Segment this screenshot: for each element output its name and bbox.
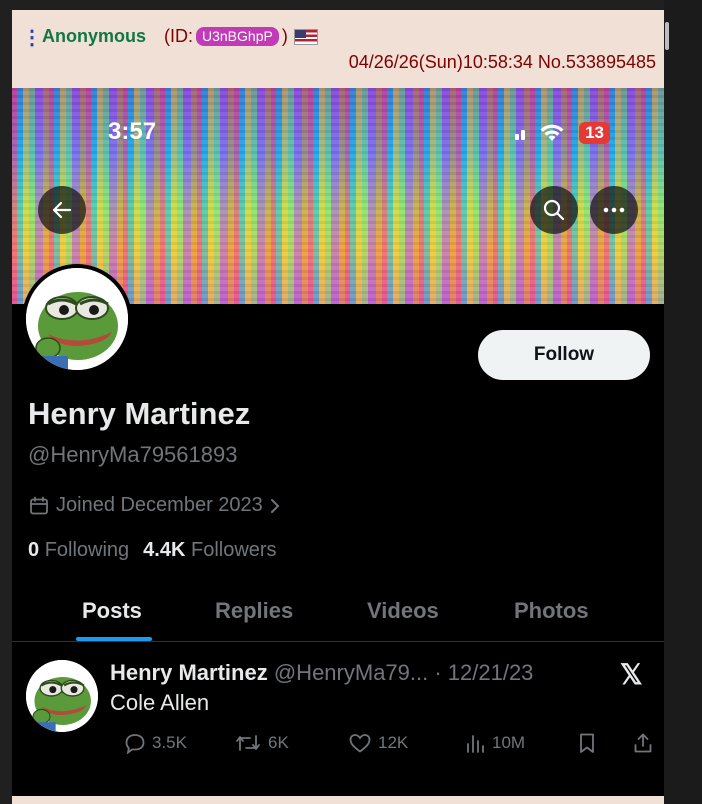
reply-icon <box>125 734 145 754</box>
poster-id: (ID: U3nBGhpP ) <box>164 26 318 47</box>
views-button[interactable]: 10M <box>464 732 525 754</box>
cellular-signal-icon <box>515 126 526 140</box>
x-logo-icon: 𝕏 <box>620 659 643 690</box>
follow-button[interactable]: Follow <box>478 330 650 380</box>
tweet-header: Henry Martinez @HenryMa79... · 12/21/23 <box>110 660 533 686</box>
frog-avatar-icon <box>26 660 98 732</box>
repost-button[interactable]: 6K <box>234 732 289 754</box>
search-button[interactable] <box>530 186 578 234</box>
search-icon <box>543 199 565 221</box>
more-dots-icon <box>603 207 625 213</box>
tweet-author-name[interactable]: Henry Martinez <box>110 660 268 685</box>
chevron-right-icon <box>270 498 280 513</box>
scrollbar-thumb[interactable] <box>665 22 669 50</box>
like-button[interactable]: 12K <box>348 732 408 754</box>
following-count: 0 <box>28 539 40 561</box>
tab-videos[interactable]: Videos <box>367 598 439 624</box>
post-container: ⋮ Anonymous (ID: U3nBGhpP ) 04/26/26(Sun… <box>12 10 669 804</box>
us-flag-icon <box>293 28 318 45</box>
profile-tabs: Posts Replies Videos Photos <box>12 584 664 642</box>
post-date-number[interactable]: 04/26/26(Sun)10:58:34 No.533895485 <box>349 52 656 73</box>
right-margin <box>664 0 702 804</box>
heart-icon <box>349 734 371 753</box>
bookmark-icon <box>580 733 594 753</box>
profile-avatar[interactable] <box>22 264 132 374</box>
tweet-text: Cole Allen <box>110 690 210 715</box>
post-menu-icon[interactable]: ⋮ <box>22 28 42 48</box>
tweet-avatar[interactable] <box>26 660 98 732</box>
poster-name: Anonymous <box>42 26 147 46</box>
tab-photos[interactable]: Photos <box>514 598 589 624</box>
poster-id-suffix: ) <box>281 26 288 46</box>
follow-stats: 0 Following 4.4K Followers <box>28 539 277 562</box>
frog-avatar-icon <box>26 268 128 370</box>
poster-id-badge[interactable]: U3nBGhpP <box>196 27 279 46</box>
view-count: 10M <box>492 733 526 752</box>
tab-replies[interactable]: Replies <box>215 598 293 624</box>
arrow-left-icon <box>52 201 72 219</box>
following-link[interactable]: 0 Following <box>28 539 129 562</box>
following-label: Following <box>44 539 130 561</box>
profile-handle: @HenryMa79561893 <box>28 442 238 467</box>
more-options-button[interactable] <box>590 186 638 234</box>
like-count: 12K <box>378 733 409 752</box>
status-icons: 13 <box>515 122 610 144</box>
share-icon <box>634 733 652 753</box>
post-header: ⋮ Anonymous (ID: U3nBGhpP ) 04/26/26(Sun… <box>12 10 664 88</box>
back-button[interactable] <box>38 186 86 234</box>
tweet-actions: 3.5K 6K 12K 10M <box>110 732 652 758</box>
joined-date-label: Joined December 2023 <box>56 494 263 516</box>
joined-date[interactable]: Joined December 2023 <box>28 494 281 517</box>
tab-posts[interactable]: Posts <box>82 598 142 624</box>
share-button[interactable] <box>632 732 654 754</box>
tweet-item[interactable]: Henry Martinez @HenryMa79... · 12/21/23 … <box>12 644 664 796</box>
followers-link[interactable]: 4.4K Followers <box>143 539 276 562</box>
battery-indicator: 13 <box>579 122 610 144</box>
analytics-icon <box>467 735 484 753</box>
tweet-meta: @HenryMa79... · 12/21/23 <box>273 660 534 685</box>
wifi-icon <box>540 124 564 141</box>
repost-icon <box>236 735 260 751</box>
poster-id-prefix: (ID: <box>164 26 193 46</box>
bookmark-button[interactable] <box>576 732 598 754</box>
active-tab-indicator <box>76 637 152 641</box>
followers-label: Followers <box>190 539 277 561</box>
repost-count: 6K <box>268 733 289 752</box>
followers-count: 4.4K <box>143 539 186 561</box>
post-bottom-edge <box>12 796 664 804</box>
status-time: 3:57 <box>108 118 157 145</box>
calendar-icon <box>30 496 48 514</box>
profile-screenshot[interactable]: 3:57 13 Follow Henry Martinez @HenryMa79… <box>12 88 664 796</box>
reply-count: 3.5K <box>152 733 187 752</box>
reply-button[interactable]: 3.5K <box>124 732 187 754</box>
profile-display-name: Henry Martinez <box>28 396 251 431</box>
